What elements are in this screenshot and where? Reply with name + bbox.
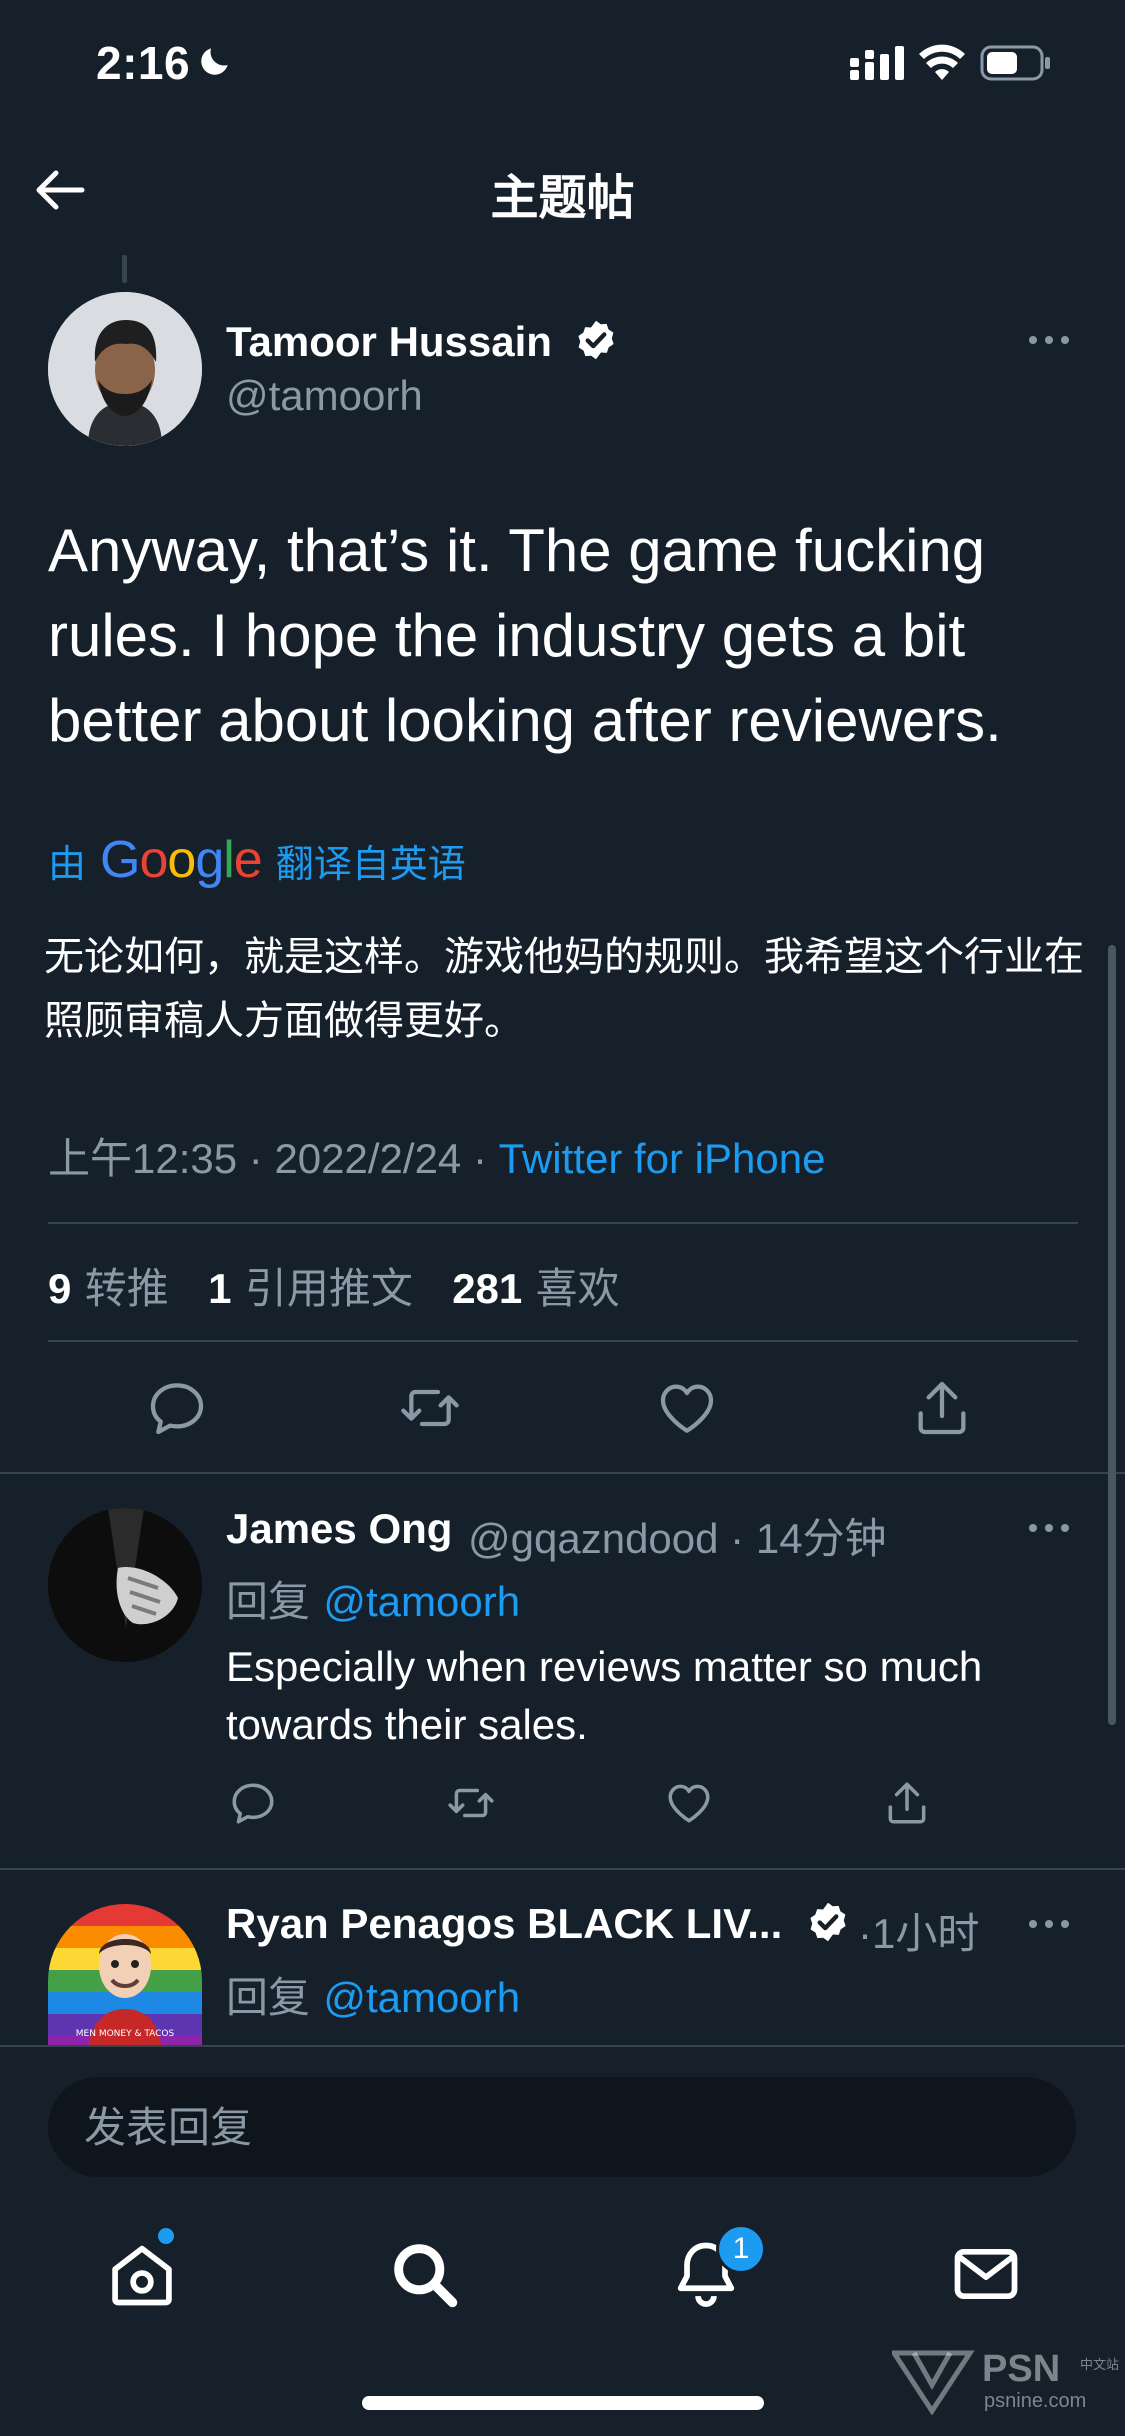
wifi-icon: [919, 44, 965, 80]
retweet-icon[interactable]: [398, 1376, 462, 1440]
status-time: 2:16: [96, 37, 191, 89]
author-handle[interactable]: @tamoorh: [226, 372, 423, 420]
home-indicator[interactable]: [362, 2396, 764, 2410]
translated-text: 无论如何，就是这样。游戏他妈的规则。我希望这个行业在照顾审稿人方面做得更好。: [44, 934, 1084, 1044]
avatar-photo-icon: [48, 1508, 202, 1662]
reply-icon[interactable]: [145, 1376, 209, 1440]
quotes-label: 引用推文: [244, 1264, 413, 1313]
verified-badge-icon: [578, 320, 614, 360]
notification-count-badge: 1: [716, 2224, 766, 2274]
more-options-icon[interactable]: [1024, 1904, 1074, 1944]
quotes-count: 1: [208, 1265, 232, 1312]
watermark-title: PSN: [982, 2348, 1061, 2390]
like-heart-icon[interactable]: [664, 1778, 714, 1828]
divider: [0, 1472, 1125, 1474]
reply-to-mention[interactable]: @tamoorh: [323, 1578, 520, 1625]
reply-avatar[interactable]: MEN MONEY & TACOS: [48, 1904, 202, 2045]
reply-text: Especially when reviews matter so much t…: [226, 1643, 983, 1748]
watermark-small-text: 中文站: [1080, 2358, 1120, 2373]
header: 主题帖: [0, 130, 1125, 250]
like-heart-icon[interactable]: [655, 1376, 719, 1440]
battery-icon: [980, 45, 1050, 81]
likes-stat[interactable]: 281 喜欢: [452, 1264, 619, 1313]
reply-input[interactable]: [48, 2077, 1076, 2177]
reply-time: 14分钟: [755, 1515, 887, 1562]
signal-icon: [850, 46, 904, 80]
screen: 2:16 主题帖 Tamoor Hussain @tamoorh Anyway,…: [0, 0, 1125, 2436]
replying-to: 回复 @tamoorh: [226, 1568, 520, 1629]
messages-envelope-icon[interactable]: [948, 2236, 1024, 2312]
reply-author-name[interactable]: Ryan Penagos BLACK LIV...: [226, 1900, 782, 1948]
scrollbar[interactable]: [1108, 945, 1116, 1725]
retweet-icon[interactable]: [446, 1778, 496, 1828]
moon-icon: [201, 48, 228, 75]
reply-icon[interactable]: [228, 1778, 278, 1828]
verified-badge-icon: [810, 1902, 846, 1942]
likes-label: 喜欢: [535, 1264, 620, 1313]
quotes-stat[interactable]: 1 引用推文: [208, 1264, 413, 1313]
retweets-count: 9: [48, 1265, 72, 1312]
page-title: 主题帖: [490, 170, 635, 226]
likes-count: 281: [452, 1265, 523, 1312]
tweet-source-link[interactable]: Twitter for iPhone: [499, 1135, 826, 1182]
reply-time: 1小时: [872, 1910, 980, 1957]
divider: [48, 1340, 1078, 1342]
reply-author-name[interactable]: James Ong: [226, 1505, 452, 1553]
tweet-meta: 上午12:35 · 2022/2/24 · Twitter for iPhone: [48, 1135, 826, 1182]
retweets-stat[interactable]: 9 转推: [48, 1264, 169, 1313]
author-avatar[interactable]: [48, 292, 202, 446]
translate-suffix: 翻译自英语: [275, 841, 466, 886]
tweet-text: Anyway, that’s it. The game fucking rule…: [48, 517, 1002, 754]
tweet-date: 2022/2/24: [274, 1135, 462, 1182]
thread-connector: [122, 255, 127, 283]
more-options-icon[interactable]: [1024, 1508, 1074, 1548]
retweets-label: 转推: [84, 1264, 169, 1313]
search-icon[interactable]: [386, 2236, 462, 2312]
translation-attribution[interactable]: 由 Google 翻译自英语: [48, 830, 466, 890]
tweet-stats: 9 转推 1 引用推文 281 喜欢: [48, 1255, 620, 1316]
google-logo: Google: [100, 831, 263, 889]
avatar-rainbow-cartoon-icon: MEN MONEY & TACOS: [48, 1904, 202, 2045]
divider: [0, 1868, 1125, 1870]
more-options-icon[interactable]: [1024, 320, 1074, 360]
author-name[interactable]: Tamoor Hussain: [226, 318, 552, 366]
divider: [48, 1222, 1078, 1224]
reply-to-prefix: 回复: [226, 1577, 311, 1626]
status-bar: 2:16: [0, 0, 1125, 130]
watermark-subtitle: psnine.com: [984, 2390, 1087, 2412]
reply-to-mention[interactable]: @tamoorh: [323, 1974, 520, 2021]
home-unread-dot: [158, 2228, 174, 2244]
tweet-time: 上午12:35: [48, 1135, 238, 1182]
svg-text:MEN MONEY & TACOS: MEN MONEY & TACOS: [76, 2029, 175, 2039]
translate-prefix: 由: [48, 841, 87, 886]
replying-to: 回复 @tamoorh: [226, 1964, 520, 2025]
reply-to-prefix: 回复: [226, 1973, 311, 2022]
share-icon[interactable]: [910, 1376, 974, 1440]
reply-meta: ·1小时: [858, 1910, 980, 1957]
reply-meta: @gqazndood · 14分钟: [468, 1515, 887, 1562]
avatar-photo-icon: [48, 292, 202, 446]
reply-author-handle[interactable]: @gqazndood: [468, 1515, 719, 1562]
share-icon[interactable]: [882, 1778, 932, 1828]
home-icon[interactable]: [104, 2236, 180, 2312]
reply-avatar[interactable]: [48, 1508, 202, 1662]
